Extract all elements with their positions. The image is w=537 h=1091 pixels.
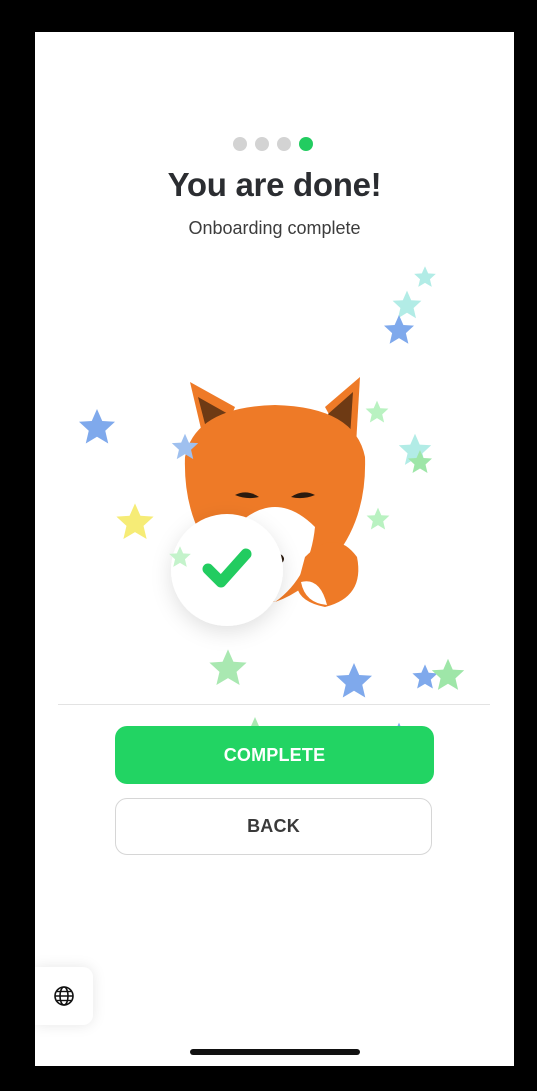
progress-dot-active	[299, 137, 313, 151]
device-frame: You are done! Onboarding complete COMPLE…	[0, 0, 537, 1091]
progress-dot	[255, 137, 269, 151]
language-button[interactable]	[35, 967, 93, 1025]
divider	[58, 704, 490, 705]
complete-button[interactable]: COMPLETE	[115, 726, 434, 784]
completion-illustration	[35, 257, 514, 757]
page-title: You are done!	[167, 166, 382, 203]
progress-dot	[233, 137, 247, 151]
checkmark-badge	[171, 514, 283, 626]
onboarding-screen: You are done! Onboarding complete COMPLE…	[35, 32, 514, 1066]
globe-icon	[54, 986, 74, 1006]
home-indicator[interactable]	[190, 1049, 360, 1055]
progress-dots	[233, 137, 313, 151]
page-subtitle: Onboarding complete	[188, 218, 361, 238]
back-button[interactable]: BACK	[115, 798, 432, 855]
progress-dot	[277, 137, 291, 151]
fox-illustration	[79, 266, 465, 757]
